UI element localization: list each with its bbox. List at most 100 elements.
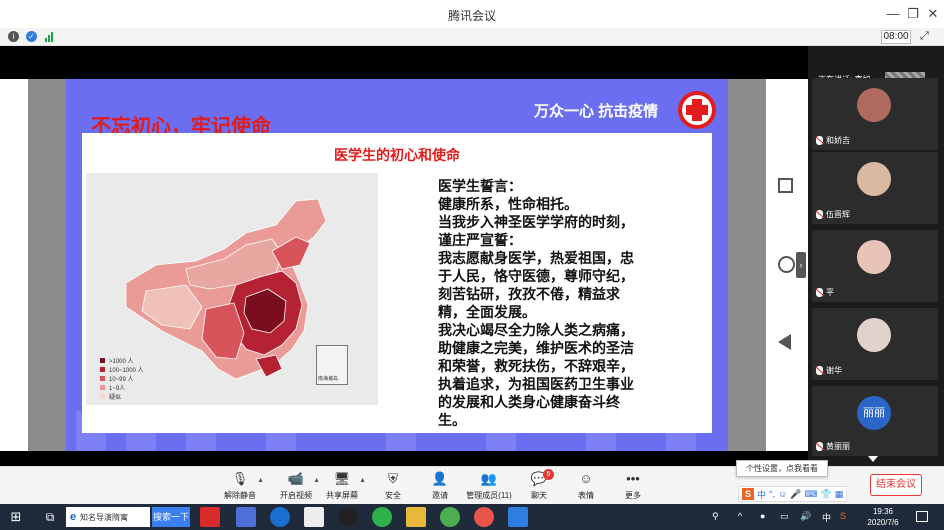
voice-icon[interactable]: 🎤	[790, 489, 801, 500]
smiley-icon: ☺	[579, 471, 593, 486]
collapse-sidebar-button[interactable]: ›	[796, 252, 806, 278]
window-title: 腾讯会议	[447, 9, 496, 23]
recent-apps-icon[interactable]	[778, 178, 793, 193]
skin-icon[interactable]: 👕	[821, 489, 832, 500]
sogou-tray-icon[interactable]: S	[840, 511, 846, 521]
muted-mic-icon	[816, 210, 823, 219]
participant-name: 平	[826, 288, 834, 297]
emoji-button[interactable]: ☺ 表情	[560, 469, 612, 501]
share-screen-icon: 🖥	[333, 471, 351, 486]
muted-mic-icon	[816, 442, 823, 451]
more-button[interactable]: ••• 更多	[607, 469, 659, 501]
tencent-meeting-icon[interactable]	[508, 507, 528, 527]
search-query[interactable]: 知名导演隋寓	[80, 512, 128, 523]
unmute-button[interactable]: 🎙 解除静音 ▲	[214, 469, 266, 501]
slide-side-bar-right	[728, 79, 766, 451]
tools-icon[interactable]: ▦	[835, 489, 844, 500]
oath-line: 谨庄严宣誓：	[438, 232, 522, 248]
tray-app-icon[interactable]: ●	[760, 511, 765, 521]
chevron-down-icon[interactable]	[868, 456, 878, 462]
taskbar-search-box[interactable]: e 知名导演隋寓	[66, 507, 150, 527]
muted-mic-icon	[816, 136, 823, 145]
shield-icon[interactable]: ✓	[26, 31, 37, 42]
folder-icon[interactable]	[406, 507, 426, 527]
chat-label: 聊天	[531, 491, 547, 500]
china-epidemic-map: >1000 人 100~1000 人 10~99 人 1~9人 疑似 南海诸岛	[86, 173, 378, 405]
clock-time: 19:36	[872, 507, 894, 516]
oath-line: 我决心竭尽全力除人类之病痛，	[438, 322, 634, 338]
manage-members-button[interactable]: 👥 管理成员(11)	[463, 469, 515, 501]
oath-line: 生。	[438, 412, 466, 428]
legend-item: 100~1000 人	[100, 365, 144, 374]
end-meeting-button[interactable]: 结束会议	[870, 474, 922, 496]
muted-mic-icon	[816, 288, 823, 297]
emoji-icon[interactable]: ☺	[778, 489, 787, 499]
oath-line: 和荣誉，救死扶伤，不辞艰辛，	[438, 358, 634, 374]
chevron-up-icon[interactable]: ▲	[257, 477, 264, 484]
wechat-icon[interactable]	[372, 507, 392, 527]
signal-icon[interactable]	[45, 32, 53, 42]
participant-tile[interactable]: 平	[812, 230, 938, 302]
title-bar: 腾讯会议 — ❐ ✕	[0, 0, 944, 28]
invite-button[interactable]: 👤 邀请	[414, 469, 466, 501]
participant-tile[interactable]: 丽丽 黄丽丽	[812, 386, 938, 456]
oath-line: 健康所系，性命相托。	[438, 196, 578, 212]
oath-line: 执着追求，为祖国医药卫生事业	[438, 376, 634, 392]
oath-line: 的发展和人类身心健康奋斗终	[438, 394, 620, 410]
participant-tile[interactable]: 伍晋辉	[812, 152, 938, 224]
chat-button[interactable]: 💬 5 聊天	[513, 469, 565, 501]
oath-line: 医学生誓言：	[438, 178, 522, 194]
home-icon[interactable]	[778, 256, 795, 273]
keyboard-icon[interactable]: ⌨	[805, 489, 818, 500]
windows-start-icon[interactable]: ⊞	[6, 507, 26, 527]
chevron-up-icon[interactable]: ▲	[359, 477, 366, 484]
map-legend: >1000 人 100~1000 人 10~99 人 1~9人 疑似	[100, 356, 144, 401]
info-icon[interactable]: i	[8, 31, 19, 42]
video-label: 开启视频	[280, 491, 312, 500]
add-user-icon: 👤	[431, 471, 449, 486]
participant-tile[interactable]: 和娇吉	[812, 78, 938, 150]
legend-label: 疑似	[109, 395, 122, 401]
search-button[interactable]: 搜索一下	[152, 507, 190, 527]
shield-icon: ⛨	[388, 471, 398, 486]
minimize-icon[interactable]: —	[884, 6, 902, 21]
red-cross-logo	[678, 91, 716, 129]
ime-toolbar[interactable]: S 中 °, ☺ 🎤 ⌨ 👕 ▦	[738, 486, 848, 502]
volume-icon[interactable]: 🔊	[800, 511, 811, 522]
start-video-button[interactable]: 📹 开启视频 ▲	[270, 469, 322, 501]
network-icon[interactable]: ▭	[780, 511, 789, 522]
tray-language[interactable]: 中	[822, 511, 831, 524]
oath-line: 于人民，恪守医德，尊师守纪，	[438, 268, 634, 284]
qq-icon[interactable]	[338, 507, 358, 527]
avatar	[857, 318, 891, 352]
share-screen-button[interactable]: 🖥 共享屏幕 ▲	[316, 469, 368, 501]
back-icon[interactable]	[778, 334, 791, 350]
edge-icon[interactable]	[270, 507, 290, 527]
fullscreen-icon[interactable]: ⤢	[920, 30, 929, 43]
close-icon[interactable]: ✕	[924, 6, 942, 22]
task-view-icon[interactable]: ⧉	[40, 507, 60, 527]
punctuation-icon[interactable]: °,	[769, 489, 775, 499]
more-label: 更多	[625, 491, 641, 500]
chevron-up-icon[interactable]: ^	[738, 511, 742, 521]
file-explorer-icon[interactable]	[304, 507, 324, 527]
meeting-timer: 08:00	[881, 30, 911, 44]
app-icon-green[interactable]	[440, 507, 460, 527]
taskbar-clock[interactable]: 19:36 2020/7/6	[860, 506, 906, 528]
sogou-logo-icon[interactable]: S	[742, 488, 754, 500]
ime-language[interactable]: 中	[757, 488, 766, 501]
legend-item: >1000 人	[100, 356, 144, 365]
notification-icon[interactable]	[916, 511, 928, 522]
participant-tile[interactable]: 谢华	[812, 308, 938, 380]
legend-label: 100~1000 人	[109, 368, 144, 374]
inset-label: 南海诸岛	[318, 376, 339, 382]
presentation-slide: 不忘初心，牢记使命 万众一心 抗击疫情 医学生的初心和使命 >1000 人 10…	[66, 79, 728, 451]
user-icon[interactable]: ⚲	[712, 511, 719, 522]
security-button[interactable]: ⛨ 安全	[367, 469, 419, 501]
app-icon-youdao[interactable]	[200, 507, 220, 527]
chrome-icon[interactable]	[474, 507, 494, 527]
oath-line: 我志愿献身医学，热爱祖国，忠	[438, 250, 634, 266]
avatar: 丽丽	[857, 396, 891, 430]
restore-icon[interactable]: ❐	[904, 6, 922, 22]
app-icon-uc[interactable]	[236, 507, 256, 527]
